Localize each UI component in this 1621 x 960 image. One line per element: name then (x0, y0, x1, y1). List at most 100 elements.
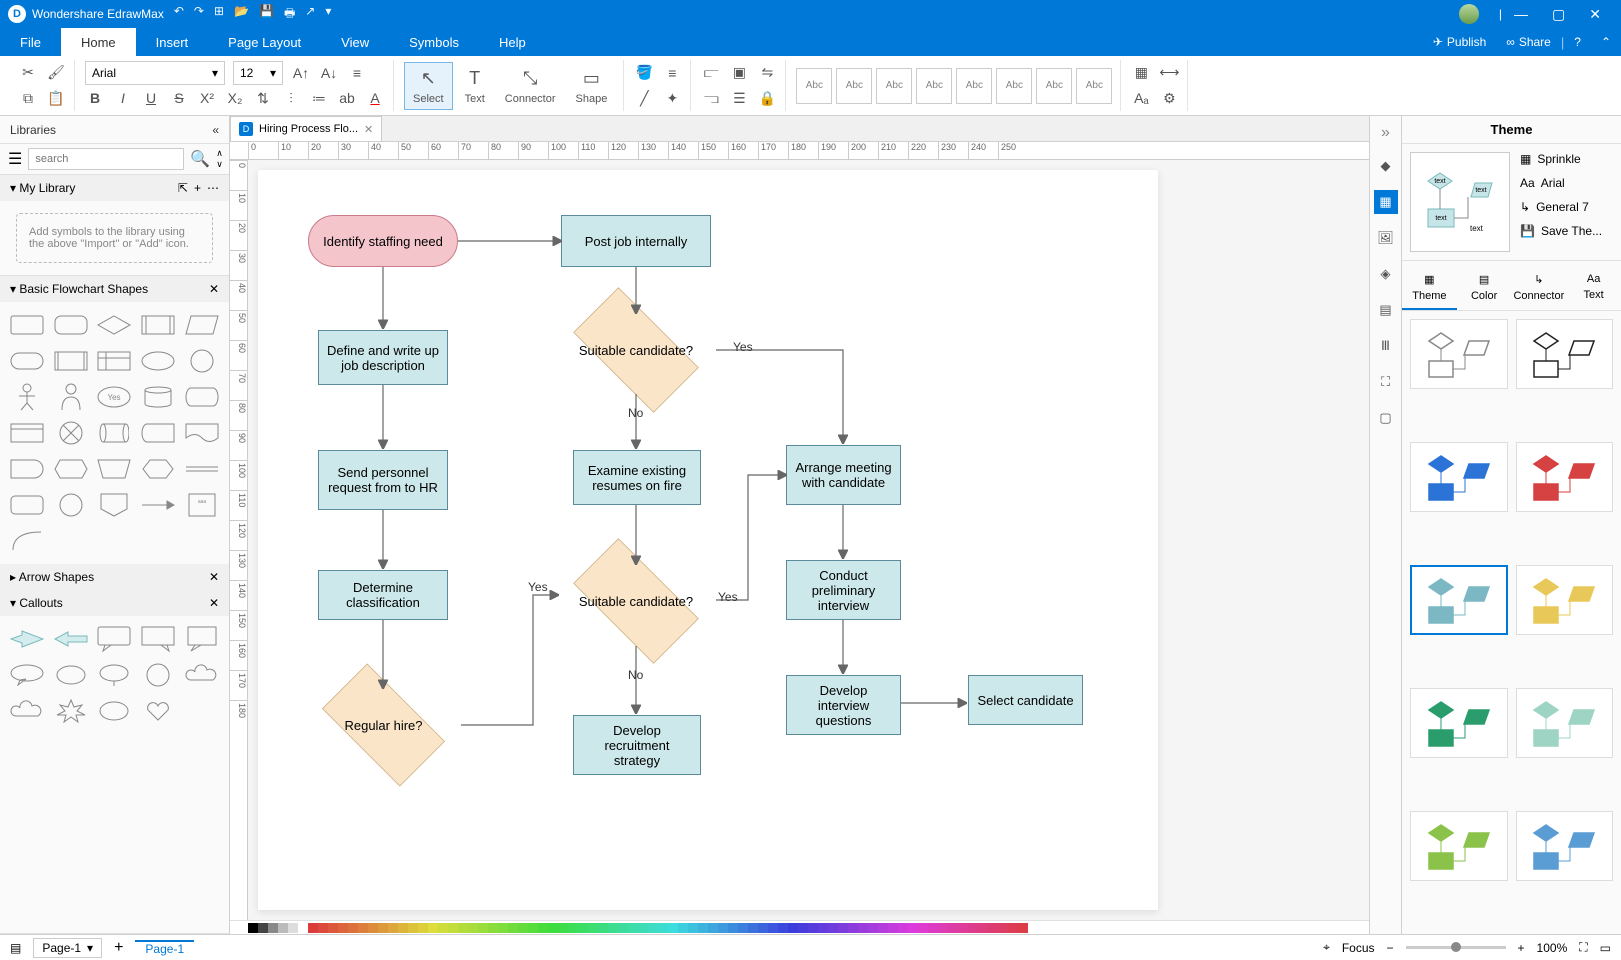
minimize-button[interactable]: — (1502, 6, 1540, 22)
callout-oval3[interactable] (96, 696, 134, 726)
format-painter-icon[interactable]: 🖌 (46, 63, 66, 83)
font-size-select[interactable]: 12▾ (233, 61, 283, 85)
increase-font-icon[interactable]: A↑ (291, 63, 311, 83)
copy-icon[interactable]: ⧉ (18, 88, 38, 108)
flip-icon[interactable]: ⇋ (757, 63, 777, 83)
shape-person[interactable] (52, 382, 90, 412)
text-case-icon[interactable]: ab (337, 88, 357, 108)
shape-cylinder[interactable] (96, 418, 134, 448)
open-icon[interactable]: 📂 (234, 4, 249, 25)
callout-speech[interactable] (96, 624, 134, 654)
callout-burst[interactable] (52, 696, 90, 726)
strikethrough-icon[interactable]: S (169, 88, 189, 108)
quick-style-7[interactable]: Abc (1036, 68, 1072, 104)
node-post-internally[interactable]: Post job internally (561, 215, 711, 267)
add-page-button[interactable]: + (114, 939, 123, 957)
callout-circle[interactable] (139, 660, 177, 690)
size-icon[interactable]: ⟷ (1159, 63, 1179, 83)
zoom-in-button[interactable]: + (1518, 941, 1525, 955)
node-classification[interactable]: Determine classification (318, 570, 448, 620)
shape-circle[interactable] (183, 346, 221, 376)
shape-tool[interactable]: ▭Shape (568, 63, 616, 109)
order-icon[interactable]: ☰ (729, 88, 749, 108)
shape-stored[interactable] (139, 418, 177, 448)
callout-cloud[interactable] (183, 660, 221, 690)
shape-hexagon[interactable] (139, 454, 177, 484)
theme-option-0[interactable] (1410, 319, 1508, 389)
fit-width-icon[interactable]: ▭ (1600, 941, 1611, 955)
fill-icon[interactable]: 🪣 (634, 63, 654, 83)
distribute-icon[interactable]: ⫎ (701, 88, 721, 108)
tab-help[interactable]: Help (479, 28, 546, 56)
callout-1[interactable] (8, 624, 46, 654)
font-shortcut-icon[interactable]: Aₐ (1131, 88, 1151, 108)
document-tab[interactable]: D Hiring Process Flo... ✕ (230, 116, 382, 141)
node-send-hr[interactable]: Send personnel request from to HR (318, 450, 448, 510)
callouts-header[interactable]: ▾ Callouts ✕ (0, 590, 229, 616)
line-icon[interactable]: ╱ (634, 88, 654, 108)
publish-button[interactable]: ✈Publish (1423, 35, 1496, 49)
subscript-icon[interactable]: X₂ (225, 88, 245, 108)
fit-page-icon[interactable]: ⛶ (1579, 940, 1587, 955)
close-section-icon[interactable]: ✕ (209, 596, 219, 610)
maximize-button[interactable]: ▢ (1540, 6, 1577, 23)
library-menu-icon[interactable]: ☰ (8, 149, 22, 169)
theme-option-2[interactable] (1410, 442, 1508, 512)
bold-icon[interactable]: B (85, 88, 105, 108)
quick-style-5[interactable]: Abc (956, 68, 992, 104)
shape-database[interactable] (139, 382, 177, 412)
callout-rect[interactable] (183, 624, 221, 654)
shape-rounded[interactable] (52, 310, 90, 340)
theme-option-9[interactable] (1516, 811, 1614, 881)
help-button[interactable]: ? (1564, 35, 1591, 49)
shape-display[interactable] (183, 382, 221, 412)
bullet-icon[interactable]: ≔ (309, 88, 329, 108)
callout-2[interactable] (52, 624, 90, 654)
shape-manual[interactable] (96, 454, 134, 484)
shape-arrow[interactable] (139, 490, 177, 520)
more-icon[interactable]: ⋯ (207, 181, 219, 195)
line-spacing-icon[interactable]: ⇅ (253, 88, 273, 108)
scroll-down-icon[interactable]: ∨ (216, 159, 223, 170)
search-icon[interactable]: 🔍 (190, 149, 210, 169)
close-tab-icon[interactable]: ✕ (364, 123, 373, 136)
library-search-input[interactable] (28, 148, 184, 170)
shape-rounded2[interactable] (8, 490, 46, 520)
theme-tab-theme[interactable]: ▦Theme (1402, 261, 1457, 310)
shape-offpage[interactable] (96, 490, 134, 520)
page-select[interactable]: Page-1▾ (33, 938, 102, 958)
font-color-icon[interactable]: A (365, 88, 385, 108)
expand-panel-icon[interactable]: » (1381, 124, 1390, 142)
callout-oval2[interactable] (96, 660, 134, 690)
effects-icon[interactable]: ✦ (662, 88, 682, 108)
theme-option-1[interactable] (1516, 319, 1614, 389)
drawing-canvas[interactable]: Identify staffing need Define and write … (258, 170, 1158, 910)
tab-file[interactable]: File (0, 28, 61, 56)
align-left-icon[interactable]: ⫍ (701, 63, 721, 83)
node-regular-hire[interactable]: Regular hire? (306, 680, 461, 770)
node-arrange-meeting[interactable]: Arrange meeting with candidate (786, 445, 901, 505)
theme-option-4[interactable] (1410, 565, 1508, 635)
node-examine-resumes[interactable]: Examine existing resumes on fire (573, 450, 701, 505)
tab-page-layout[interactable]: Page Layout (208, 28, 321, 56)
shape-terminator[interactable] (8, 346, 46, 376)
zoom-slider[interactable] (1406, 946, 1506, 949)
theme-tab-text[interactable]: AaText (1566, 261, 1621, 310)
node-recruitment[interactable]: Develop recruitment strategy (573, 715, 701, 775)
shape-decision[interactable] (96, 310, 134, 340)
theme-tab-color[interactable]: ▤Color (1457, 261, 1512, 310)
properties-panel-icon[interactable]: ▤ (1374, 298, 1398, 322)
theme-tab-connector[interactable]: ↳Connector (1512, 261, 1567, 310)
canvas-scroll[interactable]: 0102030405060708090100110120130140150160… (230, 160, 1369, 920)
shape-subprocess[interactable] (52, 346, 90, 376)
pages-icon[interactable]: ▤ (10, 941, 21, 955)
quick-style-2[interactable]: Abc (836, 68, 872, 104)
line-style-icon[interactable]: ≡ (662, 63, 682, 83)
save-icon[interactable]: 💾 (259, 4, 274, 25)
shape-process[interactable] (8, 310, 46, 340)
theme-option-3[interactable] (1516, 442, 1614, 512)
quick-style-6[interactable]: Abc (996, 68, 1032, 104)
font-setting[interactable]: AaArial (1520, 176, 1613, 190)
superscript-icon[interactable]: X² (197, 88, 217, 108)
theme-option-6[interactable] (1410, 688, 1508, 758)
